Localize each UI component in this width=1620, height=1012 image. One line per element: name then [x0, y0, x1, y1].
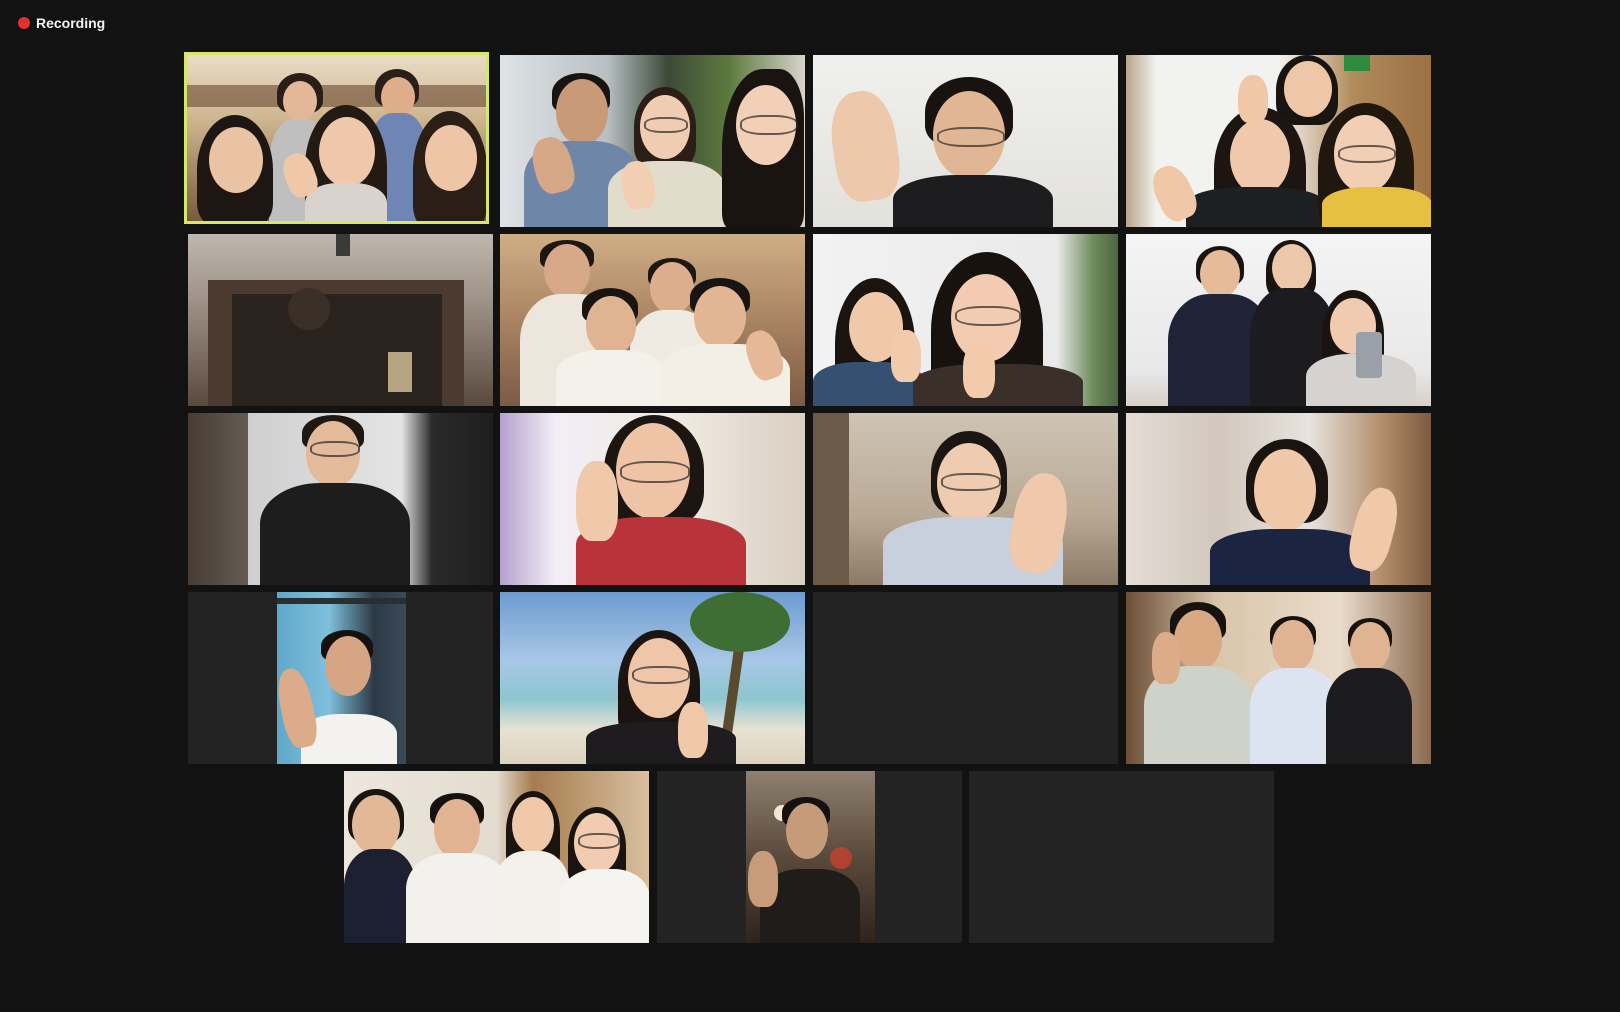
- participant-video: [813, 234, 1118, 406]
- participant-tile[interactable]: [500, 55, 805, 227]
- participant-tile[interactable]: [344, 771, 649, 943]
- participant-tile[interactable]: [813, 234, 1118, 406]
- participant-video: [276, 592, 406, 764]
- participant-video: [745, 771, 875, 943]
- participant-video: [500, 413, 805, 585]
- participant-video: [1126, 234, 1431, 406]
- recording-label: Recording: [36, 15, 106, 31]
- participant-video: [500, 55, 805, 227]
- participant-video: [344, 771, 649, 943]
- participant-tile[interactable]: [188, 592, 493, 764]
- participant-tile[interactable]: [1126, 413, 1431, 585]
- participant-video: [188, 413, 493, 585]
- participant-tile[interactable]: [813, 413, 1118, 585]
- participant-tile[interactable]: [188, 234, 493, 406]
- participant-tile[interactable]: [500, 234, 805, 406]
- participant-video: [813, 55, 1118, 227]
- participant-video: [188, 234, 493, 406]
- participant-tile[interactable]: [188, 413, 493, 585]
- participant-video: [1126, 413, 1431, 585]
- participant-tile[interactable]: [500, 592, 805, 764]
- participant-video: [1126, 592, 1431, 764]
- participant-video: [813, 413, 1118, 585]
- participant-video: [500, 234, 805, 406]
- participant-video: [187, 55, 486, 221]
- participant-tile[interactable]: [1126, 592, 1431, 764]
- participant-tile[interactable]: [1126, 234, 1431, 406]
- participant-tile-video-off[interactable]: [813, 592, 1118, 764]
- participant-tile[interactable]: [657, 771, 962, 943]
- participant-tile[interactable]: [813, 55, 1118, 227]
- recording-indicator[interactable]: Recording: [18, 15, 105, 31]
- participant-tile-active-speaker[interactable]: [184, 52, 489, 224]
- participant-tile[interactable]: [1126, 55, 1431, 227]
- participant-video: [1126, 55, 1431, 227]
- recording-dot-icon: [18, 17, 30, 29]
- participant-tile[interactable]: [500, 413, 805, 585]
- participant-video: [500, 592, 805, 764]
- participant-tile-video-off[interactable]: [969, 771, 1274, 943]
